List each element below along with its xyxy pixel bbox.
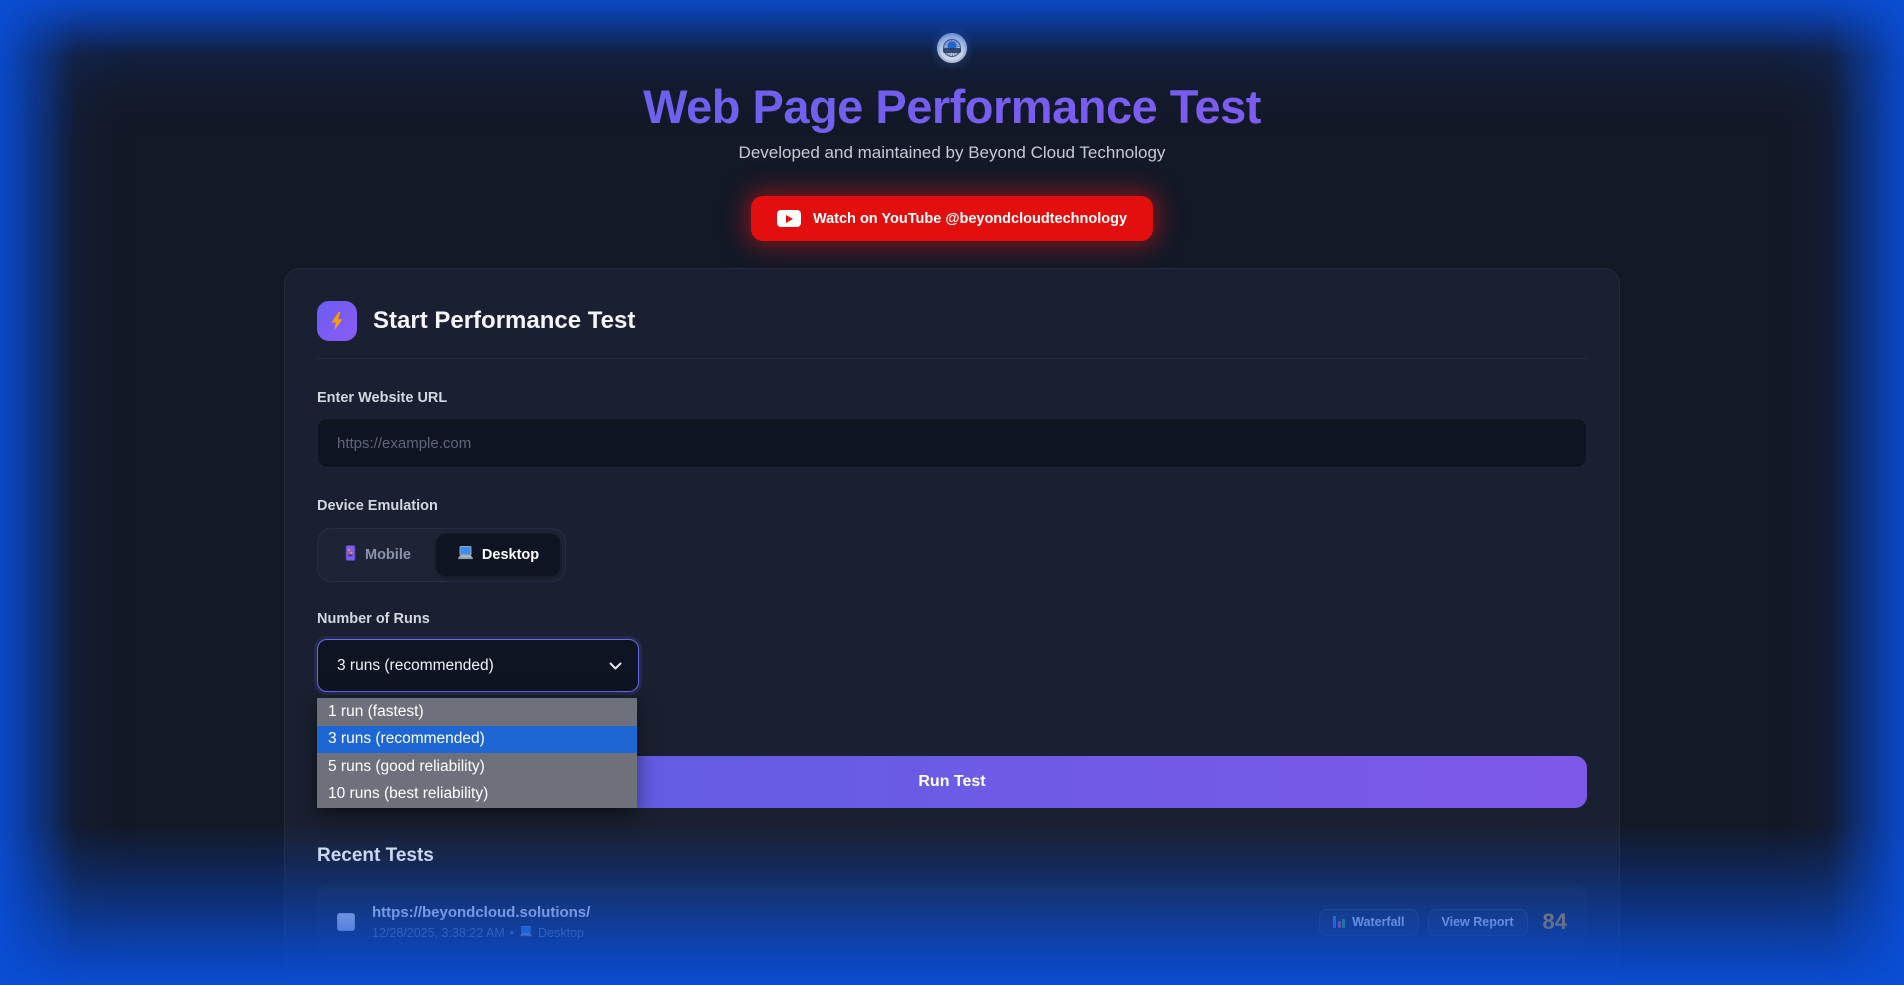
beyond-cloud-logo-icon <box>937 33 967 63</box>
test-row-checkbox[interactable] <box>337 913 355 931</box>
runs-option-10[interactable]: 10 runs (best reliability) <box>317 781 637 809</box>
number-of-runs-label: Number of Runs <box>317 611 1587 627</box>
device-option-mobile-label: Mobile <box>365 547 411 563</box>
view-report-button-label: View Report <box>1442 915 1514 929</box>
lightning-bolt-icon <box>317 301 357 341</box>
page-title: Web Page Performance Test <box>0 79 1904 134</box>
page-header: Web Page Performance Test Developed and … <box>0 0 1904 241</box>
device-toggle-group: Mobile Desktop <box>317 528 566 582</box>
chevron-down-icon <box>609 657 622 675</box>
runs-dropdown: 1 run (fastest) 3 runs (recommended) 5 r… <box>317 698 637 808</box>
device-option-desktop-label: Desktop <box>482 547 539 563</box>
divider <box>317 358 1587 359</box>
device-option-desktop[interactable]: Desktop <box>436 534 560 576</box>
recent-tests-title: Recent Tests <box>317 845 1587 867</box>
watch-on-youtube-button[interactable]: Watch on YouTube @beyondcloudtechnology <box>751 196 1153 241</box>
recent-test-row: https://beyondcloud.solutions/ 12/28/202… <box>317 885 1587 959</box>
runs-option-5[interactable]: 5 runs (good reliability) <box>317 753 637 781</box>
device-option-mobile[interactable]: Mobile <box>323 534 432 576</box>
device-emulation-label: Device Emulation <box>317 498 1587 514</box>
page-subtitle: Developed and maintained by Beyond Cloud… <box>0 143 1904 163</box>
website-url-input[interactable] <box>317 418 1587 468</box>
meta-separator: • <box>510 926 514 940</box>
page: Web Page Performance Test Developed and … <box>0 0 1904 985</box>
runs-select-wrap: 3 runs (recommended) 1 run (fastest) 3 r… <box>317 639 639 692</box>
laptop-icon-small <box>519 926 533 940</box>
runs-option-1[interactable]: 1 run (fastest) <box>317 698 637 726</box>
card-title: Start Performance Test <box>373 307 635 335</box>
test-url: https://beyondcloud.solutions/ <box>372 904 1319 921</box>
test-info: https://beyondcloud.solutions/ 12/28/202… <box>372 904 1319 940</box>
youtube-play-icon <box>777 210 801 227</box>
laptop-icon <box>457 546 474 564</box>
runs-select-value: 3 runs (recommended) <box>337 657 494 675</box>
url-label: Enter Website URL <box>317 390 1587 406</box>
waterfall-button[interactable]: Waterfall <box>1319 909 1418 936</box>
performance-score: 84 <box>1543 909 1567 935</box>
waterfall-button-label: Waterfall <box>1352 915 1404 929</box>
youtube-button-label: Watch on YouTube @beyondcloudtechnology <box>813 211 1127 227</box>
view-report-button[interactable]: View Report <box>1428 909 1528 936</box>
mobile-phone-icon <box>344 545 357 565</box>
card-header: Start Performance Test <box>317 301 1587 341</box>
runs-option-3[interactable]: 3 runs (recommended) <box>317 726 637 754</box>
test-timestamp: 12/28/2025, 3:38:22 AM <box>372 926 505 940</box>
start-performance-test-card: Start Performance Test Enter Website URL… <box>284 268 1620 985</box>
bar-chart-icon <box>1333 916 1345 928</box>
runs-select[interactable]: 3 runs (recommended) <box>317 639 639 692</box>
test-device: Desktop <box>538 926 584 940</box>
test-meta: 12/28/2025, 3:38:22 AM • Desktop <box>372 926 1319 940</box>
